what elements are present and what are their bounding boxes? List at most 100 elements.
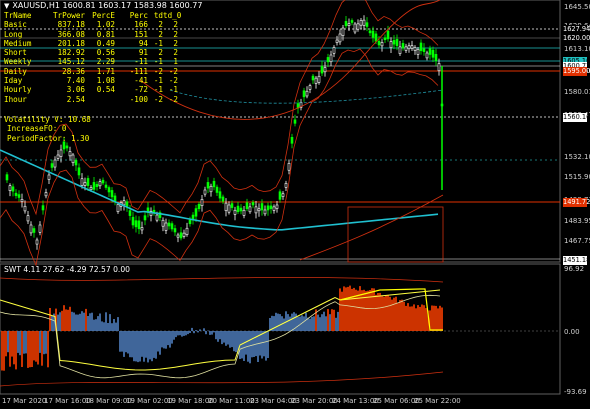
indicator-header: SWT 4.11 27.62 -4.29 72.57 0.00 [4, 265, 130, 274]
candle-body [362, 19, 366, 26]
stats-cell: Medium [4, 38, 32, 48]
candle-body [416, 49, 420, 55]
candle-body [293, 119, 297, 124]
candle-body [185, 227, 189, 235]
candle-body [41, 205, 45, 211]
candle-body [359, 20, 363, 26]
chart-header: ▼ XAUUSD,H1 1600.81 1603.17 1583.98 1600.… [4, 1, 202, 10]
stats-row: Weekly 145.12 2.29 -11 -1 1 [4, 57, 178, 66]
trend-stats-table: TrName TrPower PercE Perc td td_0 Basic 837.18 1… [4, 11, 181, 104]
price-axis-label: 1613.10 [564, 45, 590, 53]
candle-body [173, 228, 177, 233]
time-axis-label: 25 Mar 22:00 [414, 397, 461, 405]
candle-body [404, 46, 408, 51]
time-axis-label: 18 Mar 09:00 [85, 397, 132, 405]
candle-body [302, 90, 306, 98]
price-axis-label: 1645.50 [564, 3, 590, 11]
time-axis-label: 24 Mar 13:00 [332, 397, 379, 405]
stats-cell: -1 [153, 85, 163, 95]
stats-cell: -2 [168, 76, 178, 86]
stats-cell: 91 [138, 48, 148, 58]
candle-body [419, 42, 423, 51]
stats-cell: 28.36 [62, 66, 85, 76]
time-axis-label: 19 Mar 18:00 [167, 397, 214, 405]
candle-body [389, 41, 393, 49]
candle-body [203, 189, 207, 195]
candle-body [101, 179, 105, 184]
candle-body [338, 33, 342, 43]
stats-cell: 145.12 [57, 57, 85, 67]
stats-cell: 2 [158, 48, 163, 58]
candle-body [341, 27, 345, 36]
candle-body [179, 232, 183, 239]
stats-cell: Ihour [4, 94, 27, 104]
candle-body [92, 182, 96, 190]
candle-body [347, 23, 351, 26]
candle-body [122, 200, 126, 206]
candle-body [311, 75, 315, 81]
increase-line: IncreaseFO: 0 [7, 124, 67, 134]
candle-body [356, 23, 360, 30]
stats-cell: 1.08 [96, 76, 115, 86]
stats-cell: 2 [158, 29, 163, 39]
candle-body [350, 20, 354, 23]
candle-body [206, 182, 210, 189]
candle-body [131, 216, 135, 226]
candle-body [104, 184, 108, 188]
price-level-box: 1491.72 [563, 198, 590, 207]
candle-body [290, 137, 294, 144]
candle-body [263, 209, 267, 215]
time-axis-label: 17 Mar 2020 [2, 397, 47, 405]
candle-body [266, 205, 270, 211]
stats-row: Long 366.08 0.81 151 2 2 [4, 30, 178, 39]
stats-cell: -100 [129, 94, 148, 104]
candle-body [80, 178, 84, 186]
candle-body [248, 206, 252, 213]
stats-cell: Perc [129, 11, 148, 20]
candle-body [11, 186, 15, 192]
candle-body [260, 203, 264, 211]
candle-body [371, 30, 375, 38]
candle-body [401, 43, 405, 49]
stats-row: Iday 7.40 1.08 -41 -1 -2 [4, 76, 178, 85]
candle-body [161, 219, 165, 227]
candle-body [281, 193, 285, 197]
collapse-triangle-icon[interactable]: ▼ [4, 2, 9, 10]
stats-cell: 1.02 [96, 20, 115, 30]
candle-body [272, 206, 276, 211]
stats-cell: 0.54 [96, 85, 115, 95]
candle-body [167, 222, 171, 227]
candle-body [398, 46, 402, 54]
stats-cell: 2 [173, 38, 178, 48]
candle-body [287, 163, 291, 171]
candle-body [44, 192, 48, 197]
stats-cell: Basic [4, 20, 27, 30]
time-axis-label: 20 Mar 11:00 [208, 397, 255, 405]
candle-body [434, 54, 438, 62]
indicator-axis-label: 0.00 [564, 328, 580, 336]
candle-body [20, 199, 24, 202]
time-axis-label: 19 Mar 02:00 [126, 397, 173, 405]
candle-body [392, 40, 396, 45]
stats-row: Ihour 2.54 -100 -2 -2 [4, 95, 178, 104]
candle-body [200, 199, 204, 207]
stats-cell: 2 [173, 29, 178, 39]
candle-body [56, 154, 60, 159]
candle-body [125, 201, 129, 207]
candle-body [14, 192, 18, 196]
candle-body [38, 224, 42, 233]
time-axis-label: 25 Mar 06:00 [373, 397, 420, 405]
candle-body [83, 182, 87, 186]
price-axis-label: 1532.10 [564, 153, 590, 161]
candle-body [380, 42, 384, 47]
price-axis-label: 1467.75 [564, 237, 590, 245]
candle-body [374, 33, 378, 42]
stats-cell: 94 [138, 38, 148, 48]
stats-cell: 3.06 [66, 85, 85, 95]
stats-row: Basic 837.18 1.02 166 2 2 [4, 20, 178, 29]
candle-body [50, 163, 54, 168]
candle-body [107, 187, 111, 193]
price-level-box: 1620.00 [563, 34, 590, 43]
symbol-label: XAUUSD,H1 [12, 1, 60, 10]
candle-body [305, 90, 309, 97]
